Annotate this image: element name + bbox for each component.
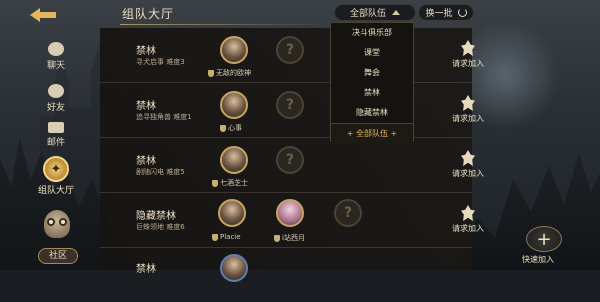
empty-slot: ? — [276, 146, 304, 174]
nav-label: 邮件 — [46, 138, 65, 148]
team-name: 禁林 — [136, 101, 156, 112]
refresh-button[interactable]: 换一批 — [418, 4, 474, 21]
dropdown-option[interactable]: 课堂 — [331, 43, 413, 63]
house-crest-icon — [212, 233, 218, 241]
dropdown-option[interactable]: 舞会 — [331, 63, 413, 83]
house-crest-icon — [208, 69, 214, 77]
team-quest: 寻犬启事 难度3 — [136, 58, 185, 66]
join-icon — [461, 205, 475, 221]
join-request-button[interactable]: 请求加入 — [438, 150, 498, 179]
member-avatar[interactable] — [276, 199, 304, 227]
team-filter-dropdown: 决斗俱乐部 课堂 舞会 禁林 隐藏禁林 + 全部队伍 + — [330, 22, 414, 144]
team-row: 禁林 寻犬启事 难度3 无敌的欧神 ? 请求加入 — [100, 28, 484, 83]
team-hall-icon: ✦ — [43, 156, 69, 182]
house-crest-icon — [212, 179, 218, 187]
community-button[interactable]: 社区 — [38, 248, 78, 264]
quick-join-label: 快速加入 — [522, 255, 554, 264]
join-icon — [461, 40, 475, 56]
member-name: 七酒芝士 — [212, 178, 248, 188]
team-quest: 剧随闪电 难度5 — [136, 168, 185, 176]
team-list: 禁林 寻犬启事 难度3 无敌的欧神 ? 请求加入 禁林 追寻独角兽 难度1 心事… — [100, 28, 484, 282]
join-icon — [461, 95, 475, 111]
caret-up-icon — [392, 10, 400, 15]
mail-icon — [48, 122, 64, 133]
page-title: 组队大厅 — [122, 7, 175, 21]
friends-icon — [48, 84, 64, 98]
nav-label: 聊天 — [46, 61, 65, 71]
house-crest-icon — [220, 124, 226, 132]
nav-item-mail[interactable]: 邮件 — [34, 122, 78, 148]
empty-slot: ? — [334, 199, 362, 227]
member-avatar[interactable] — [220, 91, 248, 119]
member-avatar[interactable] — [220, 254, 248, 282]
team-row: 禁林 剧随闪电 难度5 七酒芝士 ? 请求加入 — [100, 138, 484, 193]
owl-icon[interactable] — [44, 210, 70, 238]
join-request-button[interactable]: 请求加入 — [438, 95, 498, 124]
member-avatar[interactable] — [220, 146, 248, 174]
join-request-button[interactable]: 请求加入 — [438, 40, 498, 69]
join-request-button[interactable]: 请求加入 — [438, 205, 498, 234]
plus-icon: + — [536, 228, 552, 250]
refresh-label: 换一批 — [425, 9, 453, 19]
dropdown-option-selected[interactable]: + 全部队伍 + — [331, 123, 413, 144]
dropdown-option[interactable]: 禁林 — [331, 83, 413, 103]
nav-item-friends[interactable]: 好友 — [34, 84, 78, 113]
house-crest-icon — [274, 234, 280, 242]
team-filter-select[interactable]: 全部队伍 — [334, 4, 416, 21]
team-name: 禁林 — [136, 46, 156, 57]
back-arrow-icon[interactable] — [28, 6, 58, 24]
title-underline — [120, 24, 330, 25]
member-avatar[interactable] — [220, 36, 248, 64]
nav-label: 组队大厅 — [37, 186, 74, 196]
dropdown-option[interactable]: 决斗俱乐部 — [331, 23, 413, 43]
dropdown-option[interactable]: 隐藏禁林 — [331, 103, 413, 123]
nav-label: 好友 — [46, 103, 65, 113]
nav-item-chat[interactable]: 聊天 — [34, 42, 78, 71]
team-row: 隐藏禁林 巨蛛领地 难度6 Placie i站西月 ? 请求加入 — [100, 193, 484, 248]
filter-label: 全部队伍 — [349, 9, 386, 19]
team-row: 禁林 — [100, 248, 472, 302]
team-quest: 追寻独角兽 难度1 — [136, 113, 192, 121]
chat-icon — [48, 42, 64, 56]
refresh-icon — [457, 8, 467, 17]
member-name: 无敌的欧神 — [208, 68, 251, 78]
nav-item-team-hall[interactable]: ✦ 组队大厅 — [34, 156, 78, 196]
team-name: 禁林 — [136, 156, 156, 167]
team-quest: 巨蛛领地 难度6 — [136, 223, 185, 231]
quick-join-button[interactable]: + — [526, 226, 562, 252]
member-name: Placie — [212, 233, 241, 241]
member-avatar[interactable] — [218, 199, 246, 227]
join-icon — [461, 150, 475, 166]
empty-slot: ? — [276, 91, 304, 119]
team-name: 隐藏禁林 — [136, 211, 176, 222]
team-name: 禁林 — [136, 264, 156, 275]
member-name: i站西月 — [274, 233, 305, 243]
empty-slot: ? — [276, 36, 304, 64]
team-row: 禁林 追寻独角兽 难度1 心事 ? 请求加入 — [100, 83, 484, 138]
member-name: 心事 — [220, 123, 242, 133]
